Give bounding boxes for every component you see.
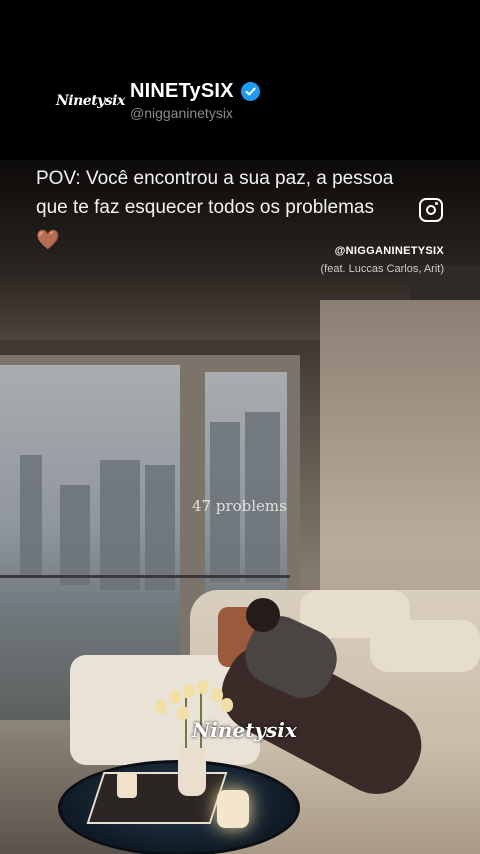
post-header: Ninetysix NINETySIX @nigganinetysix <box>56 80 260 121</box>
caption-line: POV: Você encontrou a sua paz, a pessoa <box>36 168 394 189</box>
caption-line: que te faz esquecer todos os problemas <box>36 197 374 218</box>
profile-logo[interactable]: Ninetysix <box>56 93 125 109</box>
music-feat: (feat. Luccas Carlos, Arit) <box>320 263 445 275</box>
candle <box>117 772 137 798</box>
profile-name[interactable]: NINETySIX <box>130 80 234 103</box>
profile-handle[interactable]: @nigganinetysix <box>130 105 260 121</box>
candle <box>217 790 249 828</box>
brown-heart-emoji: 🤎 <box>36 230 60 251</box>
music-handle[interactable]: @NIGGANINETYSIX <box>321 245 445 257</box>
post-caption: POV: Você encontrou a sua paz, a pessoa … <box>36 164 456 255</box>
book <box>86 772 228 824</box>
person-head <box>246 598 280 632</box>
instagram-icon[interactable] <box>419 198 443 222</box>
watermark: Ninetysix <box>192 718 297 742</box>
music-credit[interactable]: @NIGGANINETYSIX (feat. Luccas Carlos, Ar… <box>321 245 445 275</box>
video-overlay-text: 47 problems <box>192 497 287 515</box>
vase <box>178 744 206 796</box>
verified-badge-icon <box>240 82 260 101</box>
video-post[interactable]: Ninetysix NINETySIX @nigganinetysix POV:… <box>0 0 480 854</box>
balcony-railing <box>0 575 290 578</box>
